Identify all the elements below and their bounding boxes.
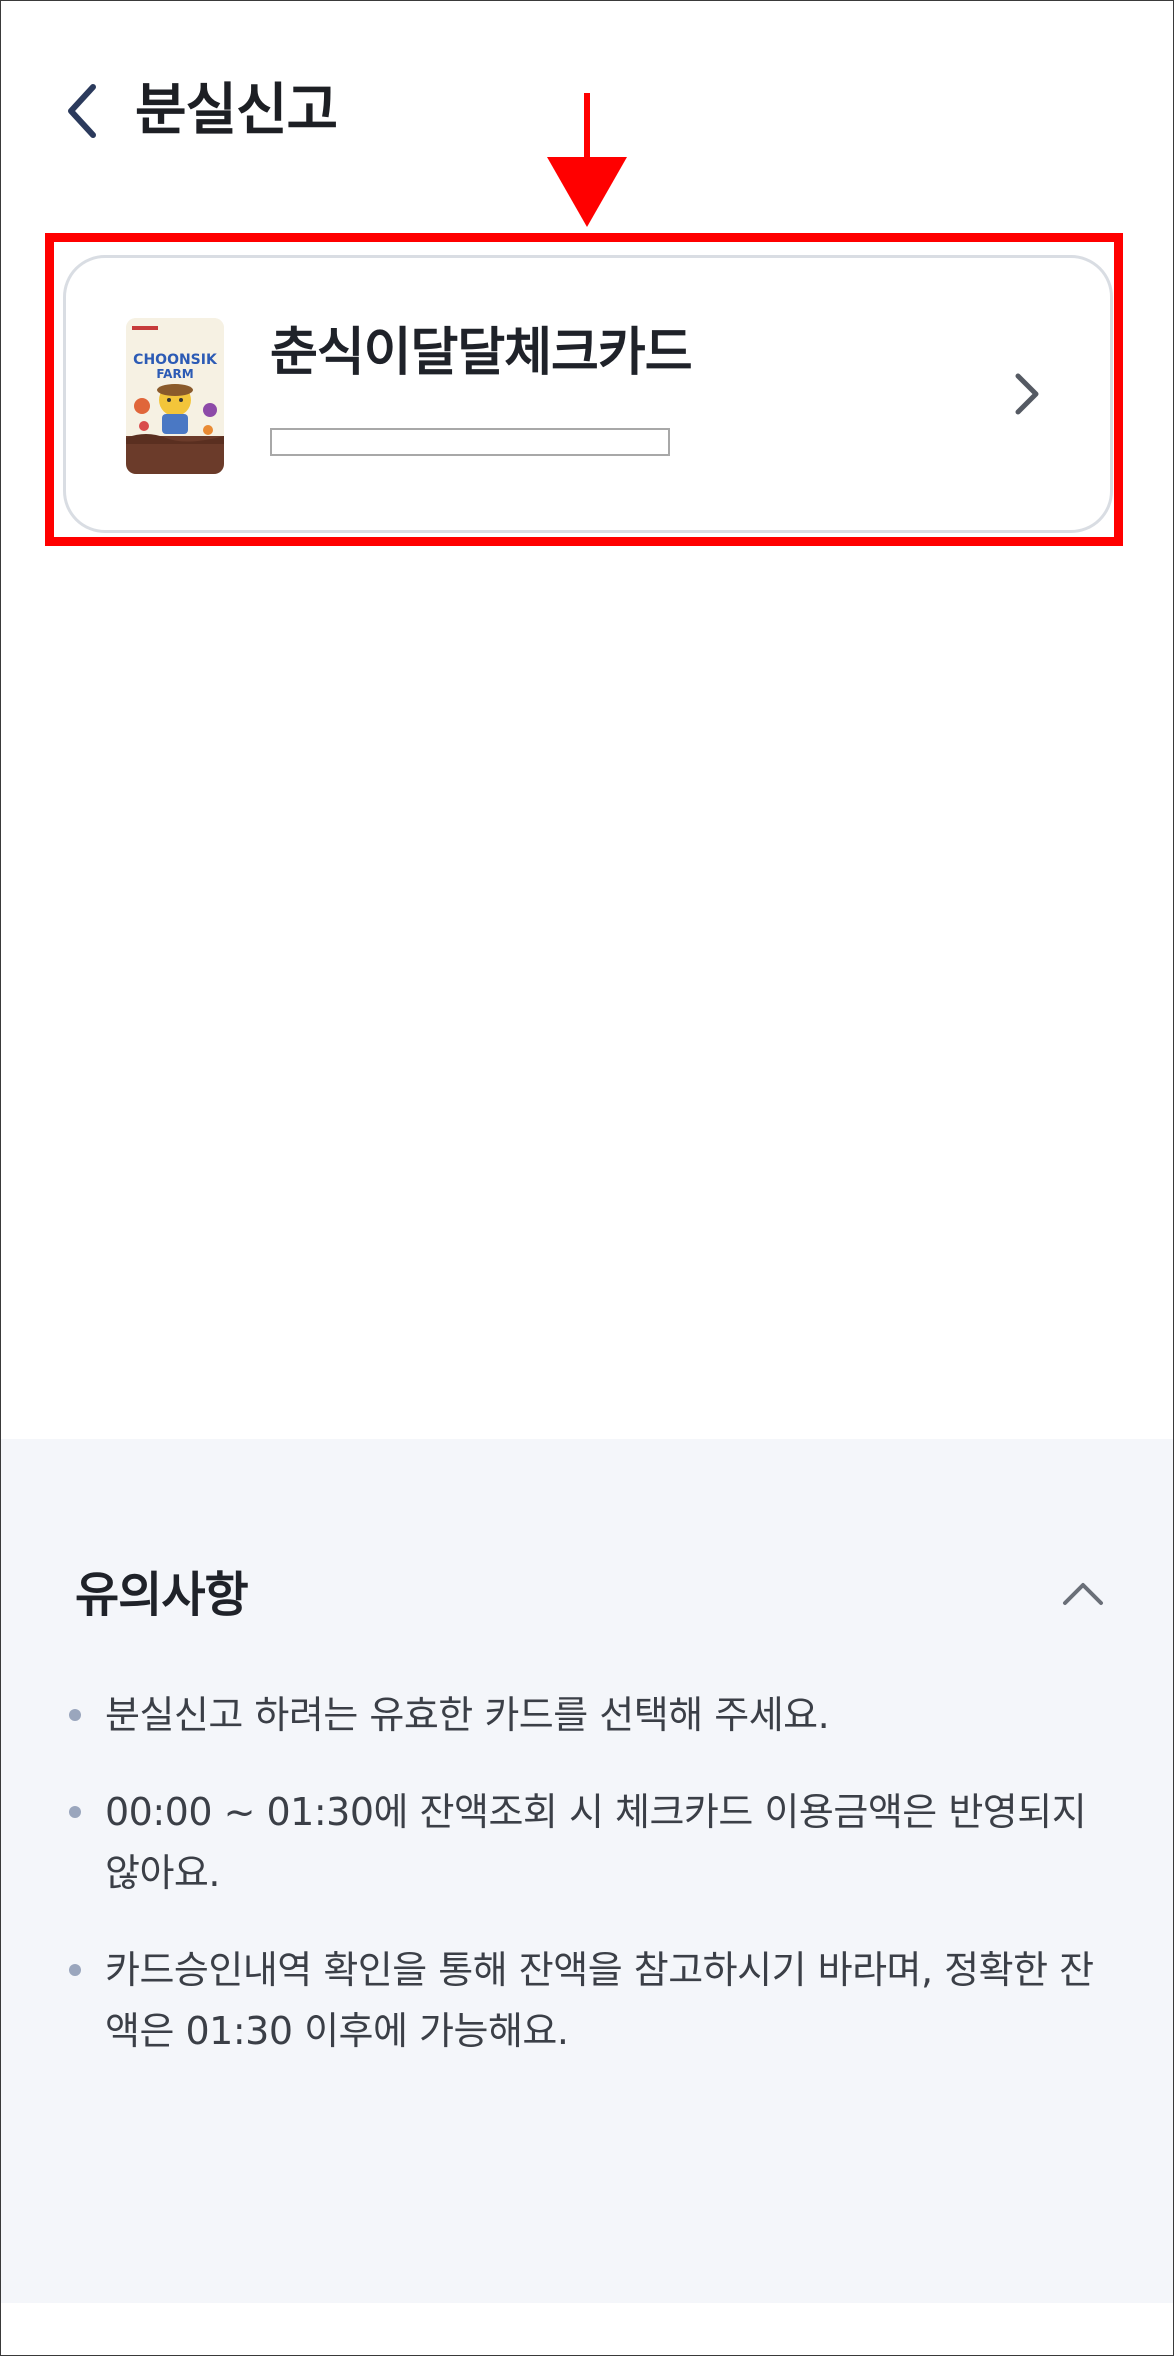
notice-item: 00:00 ~ 01:30에 잔액조회 시 체크카드 이용금액은 반영되지 않아… [65, 1782, 1105, 1904]
page-title: 분실신고 [135, 78, 338, 143]
notice-list: 분실신고 하려는 유효한 카드를 선택해 주세요. 00:00 ~ 01:30에… [65, 1685, 1105, 2098]
notice-item: 카드승인내역 확인을 통해 잔액을 참고하시기 바라며, 정확한 잔액은 01:… [65, 1940, 1105, 2062]
annotation-arrow-icon [547, 93, 627, 227]
back-button[interactable] [53, 73, 113, 149]
notice-item-text: 카드승인내역 확인을 통해 잔액을 참고하시기 바라며, 정확한 잔액은 01:… [105, 1948, 1094, 2053]
chevron-up-icon[interactable] [1053, 1565, 1113, 1625]
chevron-left-icon [68, 84, 96, 138]
bullet-icon [69, 1964, 81, 1976]
notice-item-text: 분실신고 하려는 유효한 카드를 선택해 주세요. [105, 1693, 830, 1737]
screen: 분실신고 CHOONSIK FARM 춘식이달달체크카드 유의사항 분실신고 하… [0, 0, 1174, 2356]
bullet-icon [69, 1709, 81, 1721]
annotation-highlight-box [45, 233, 1123, 546]
bullet-icon [69, 1806, 81, 1818]
notice-section: 유의사항 분실신고 하려는 유효한 카드를 선택해 주세요. 00:00 ~ 0… [1, 1439, 1173, 2303]
notice-title: 유의사항 [75, 1567, 249, 1623]
notice-item: 분실신고 하려는 유효한 카드를 선택해 주세요. [65, 1685, 1105, 1746]
notice-item-text: 00:00 ~ 01:30에 잔액조회 시 체크카드 이용금액은 반영되지 않아… [105, 1790, 1087, 1895]
